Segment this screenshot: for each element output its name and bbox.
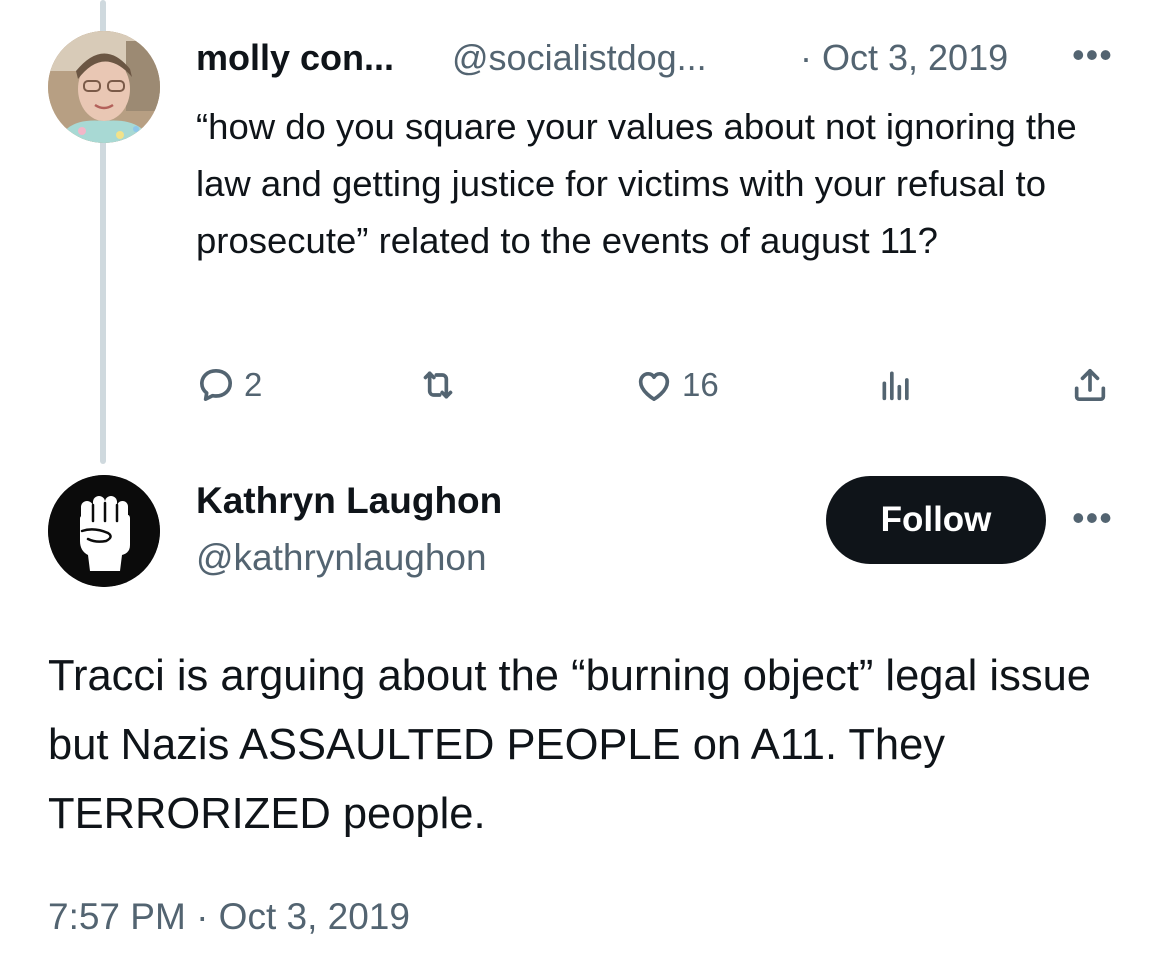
retweet-button[interactable]: [418, 360, 458, 410]
like-icon: [638, 372, 670, 401]
person-photo-icon: [48, 31, 160, 143]
main-author-name[interactable]: Kathryn Laughon: [196, 478, 502, 524]
views-button[interactable]: [876, 360, 916, 410]
like-button[interactable]: 16: [634, 360, 719, 410]
share-icon: [1074, 369, 1106, 401]
share-button[interactable]: [1070, 360, 1110, 410]
like-count: 16: [682, 366, 719, 403]
parent-more-options-icon[interactable]: •••: [1072, 33, 1113, 77]
raised-fist-icon: [48, 475, 160, 587]
main-tweet-timestamp[interactable]: 7:57 PM · Oct 3, 2019: [48, 892, 410, 942]
parent-author-name[interactable]: molly con...: [196, 36, 394, 80]
parent-tweet-text: “how do you square your values about not…: [196, 106, 1077, 261]
reply-count: 2: [244, 366, 263, 403]
parent-author-handle[interactable]: @socialistdog...: [452, 36, 707, 80]
parent-action-bar: 2 16: [196, 360, 1126, 410]
parent-date[interactable]: · Oct 3, 2019: [800, 36, 1008, 80]
views-icon: [882, 371, 909, 401]
main-author-handle[interactable]: @kathrynlaughon: [196, 535, 487, 581]
reply-icon: [200, 369, 233, 401]
main-more-options-icon[interactable]: •••: [1072, 496, 1113, 540]
main-avatar[interactable]: [48, 475, 160, 587]
main-tweet-text: Tracci is arguing about the “burning obj…: [48, 652, 1091, 838]
reply-button[interactable]: 2: [196, 360, 262, 410]
retweet-icon: [423, 371, 453, 399]
parent-avatar[interactable]: [48, 31, 160, 143]
follow-button[interactable]: Follow: [826, 476, 1046, 564]
